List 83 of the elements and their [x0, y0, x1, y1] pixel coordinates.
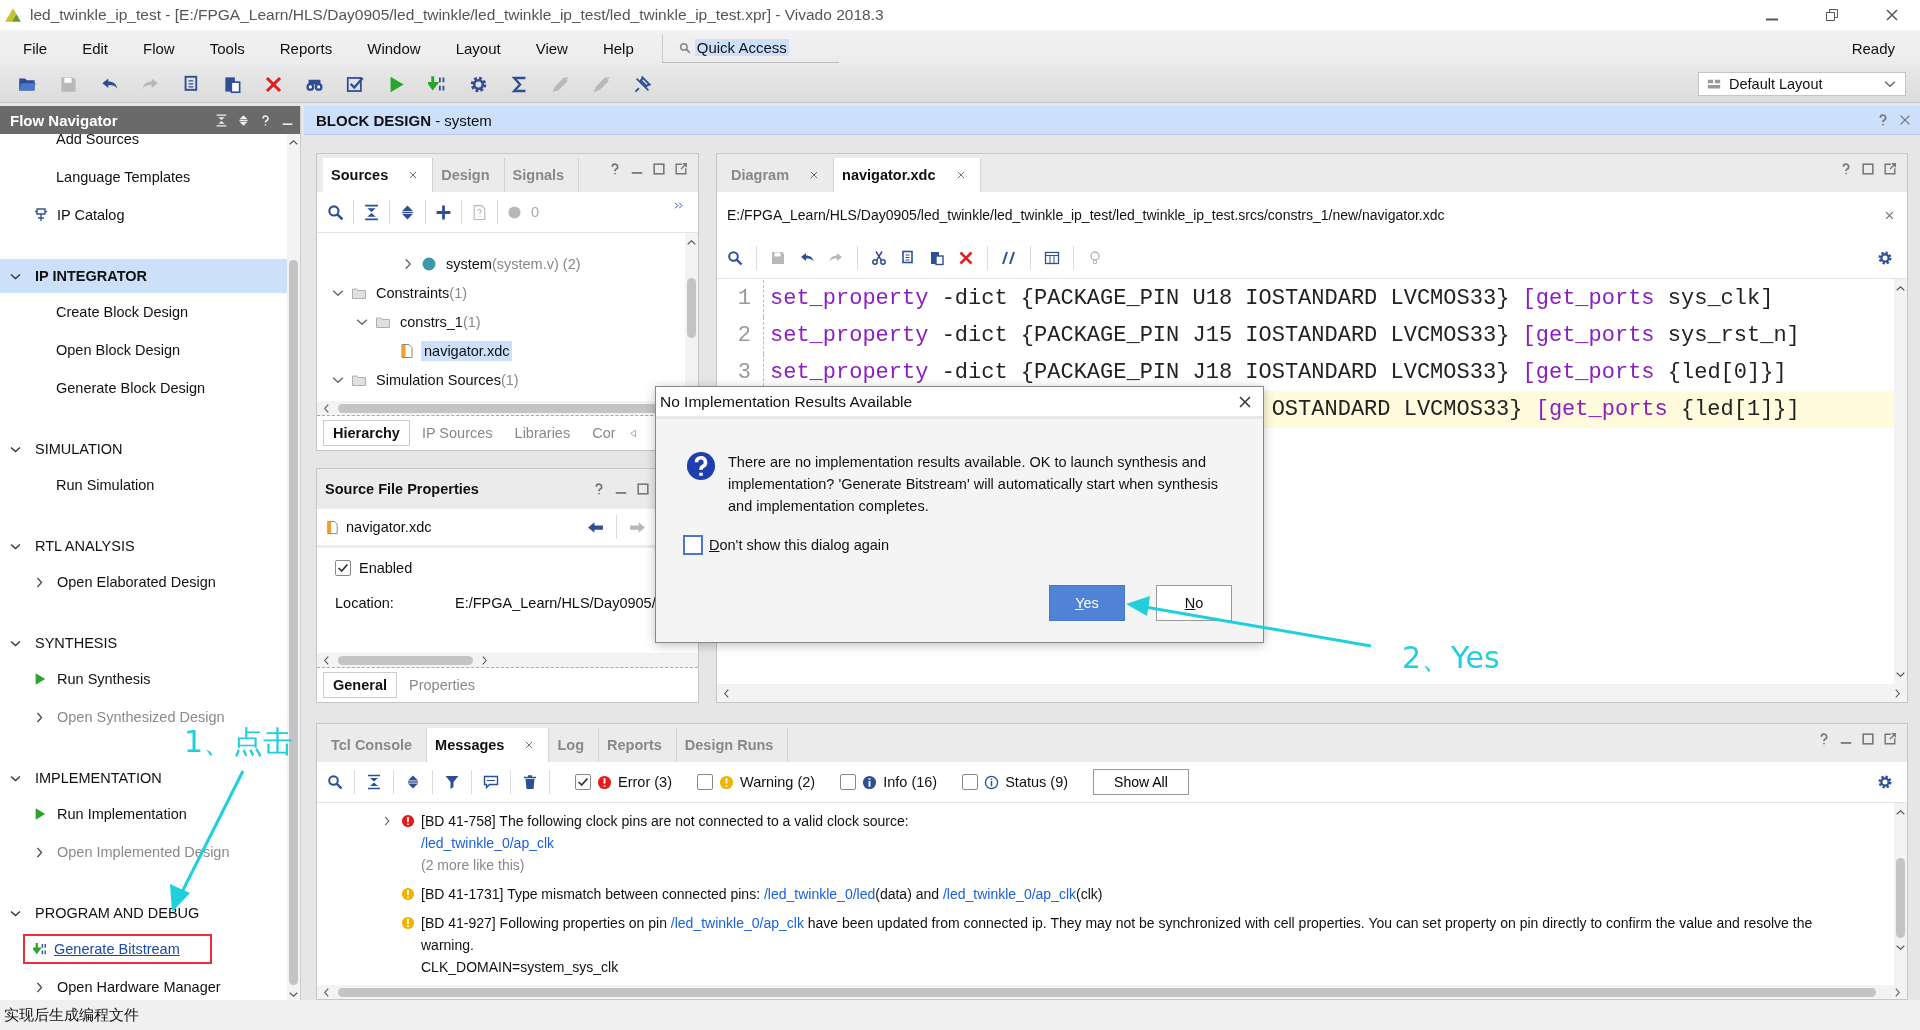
field-value: E:/FPGA_Learn/HLS/Day0905/ [455, 595, 656, 611]
menu-item[interactable]: Tools [196, 39, 257, 57]
menu-item[interactable]: Reports [266, 39, 345, 57]
quick-access-field[interactable]: Quick Access [661, 33, 839, 63]
page-title: BLOCK DESIGN - system [316, 111, 492, 129]
checkbox-label: Don't show this dialog again [709, 537, 890, 553]
menu-item[interactable]: View [522, 39, 580, 57]
tab[interactable]: IP Sources [411, 420, 503, 446]
tree-item[interactable]: system(system.v) (2) [443, 253, 584, 274]
nav-item[interactable]: IP Catalog [57, 205, 125, 225]
nav-item[interactable]: Run Synthesis [57, 669, 151, 689]
menu-item[interactable]: Window [354, 39, 433, 57]
nav-section-header[interactable]: PROGRAM AND DEBUG [0, 896, 287, 930]
filter-label: Error (3) [618, 774, 672, 790]
panel-title: Flow Navigator [10, 111, 118, 129]
message-link[interactable]: /led_twinkle_0/ap_clk [421, 835, 555, 851]
menu-item[interactable]: Edit [69, 39, 121, 57]
menu-item[interactable]: File [10, 39, 60, 57]
file-path: E:/FPGA_Learn/HLS/Day0905/led_twinkle/led_twinkle_ip_test/led_twinkle_ip_test.srcs/constrs_1/new/navigator.xdc [727, 207, 1446, 223]
tab[interactable]: Libraries [504, 420, 581, 446]
menu-item[interactable]: Flow [130, 39, 187, 57]
tab[interactable]: Properties [399, 672, 486, 698]
filter-label: Warning (2) [740, 774, 816, 790]
tree-item[interactable]: constrs_1(1) [397, 311, 484, 332]
file-name: navigator.xdc [346, 519, 432, 535]
tree-item[interactable]: Constraints(1) [373, 282, 471, 303]
status-message: 实现后生成编程文件 [4, 1005, 139, 1025]
tab[interactable]: Messages [427, 728, 550, 762]
nav-item[interactable]: Run Implementation [57, 804, 187, 824]
show-all-button[interactable]: Show All [1093, 769, 1189, 795]
nav-section-header[interactable]: RTL ANALYSIS [0, 529, 287, 563]
dialog-button[interactable]: Yes [1049, 585, 1125, 621]
nav-item[interactable]: Open Block Design [56, 340, 181, 360]
annotation-text: 1、点击 [184, 724, 294, 761]
code-line: set_property -dict {PACKAGE_PIN J15 IOSTANDARD LVCMOS33} [get_ports sys_rst_n] [769, 323, 1800, 348]
tab[interactable]: Cor [582, 420, 626, 446]
line-number: 2 [737, 323, 751, 348]
message-link[interactable]: /led_twinkle_0/ap_clk [670, 915, 804, 931]
tree-item[interactable]: Simulation Sources(1) [373, 369, 522, 390]
status-text: Ready [1851, 39, 1895, 57]
nav-item[interactable]: Open Elaborated Design [57, 572, 216, 592]
filter-label: Status (9) [1005, 774, 1069, 790]
tree-item[interactable]: navigator.xdc [421, 340, 513, 361]
layout-dropdown[interactable]: Default Layout [1698, 72, 1906, 96]
dialog-button[interactable]: No [1156, 585, 1232, 621]
code-line: set_property -dict {PACKAGE_PIN U18 IOSTANDARD LVCMOS33} [get_ports sys_clk] [769, 286, 1774, 311]
nav-item[interactable]: Create Block Design [56, 302, 189, 322]
tab[interactable]: Hierarchy [323, 420, 410, 446]
menu-item[interactable]: Layout [442, 39, 513, 57]
line-number: 3 [737, 360, 751, 385]
nav-item[interactable]: Language Templates [56, 167, 191, 187]
annotation-text: 2、Yes [1402, 639, 1500, 677]
nav-item[interactable]: Add Sources [56, 134, 140, 149]
nav-section-header[interactable]: SIMULATION [0, 432, 287, 466]
nav-item[interactable]: Generate Block Design [56, 378, 206, 398]
menu-item[interactable]: Help [589, 39, 646, 57]
code-line: set_property -dict {PACKAGE_PIN J18 IOSTANDARD LVCMOS33} [get_ports {led[0]}] [769, 360, 1787, 385]
message-link[interactable]: /led_twinkle_0/led [763, 886, 876, 902]
nav-section-header[interactable]: SYNTHESIS [0, 626, 287, 660]
window-title: led_twinkle_ip_test - [E:/FPGA_Learn/HLS/Day0905/led_twinkle/led_twinkle_ip_test/led_twinkle_ip_test.xpr] - Vivado 2018.3 [30, 6, 884, 24]
nav-section-header[interactable]: IP INTEGRATOR [0, 259, 287, 293]
count-label: 0 [531, 204, 540, 220]
filter-label: Info (16) [883, 774, 938, 790]
tab[interactable]: Sources [323, 158, 434, 192]
line-number: 1 [737, 286, 751, 311]
nav-item[interactable]: Run Simulation [56, 475, 155, 495]
message-text: [BD 41-927] Following properties on pin /led_twinkle_0/ap_clk have been updated from connected ip. They may not be synchronized with cell properties. You can set property on pin directly to confirm the value and resolve the warning. [421, 914, 1814, 955]
nav-section-header[interactable]: IMPLEMENTATION [0, 761, 287, 795]
checkbox-label: Enabled [359, 560, 413, 576]
dialog-title: No Implementation Results Available [660, 392, 913, 411]
panel-title: Source File Properties [325, 481, 479, 497]
code-line: OSTANDARD LVCMOS33} [get_ports {led[1]}] [1270, 397, 1800, 422]
dialog-message: There are no implementation results available. OK to launch synthesis and implementation? 'Generate Bitstream' will automatically start when synthesis and implementation completes. [728, 453, 1219, 516]
message-text: CLK_DOMAIN=system_sys_clk [421, 958, 620, 977]
tab[interactable]: navigator.xdc [834, 158, 981, 192]
message-text: [BD 41-1731] Type mismatch between connected pins: /led_twinkle_0/led(data) and /led_twinkle_0/ap_clk(clk) [421, 885, 1104, 904]
message-note: (2 more like this) [421, 856, 526, 875]
nav-item[interactable]: Open Hardware Manager [57, 977, 221, 997]
field-label: Location: [335, 595, 395, 611]
message-link[interactable]: /led_twinkle_0/ap_clk [942, 886, 1077, 902]
message-text: [BD 41-758] The following clock pins are not connected to a valid clock source: [421, 812, 910, 831]
nav-link[interactable]: Generate Bitstream [23, 934, 212, 964]
tab[interactable]: General [323, 672, 397, 698]
